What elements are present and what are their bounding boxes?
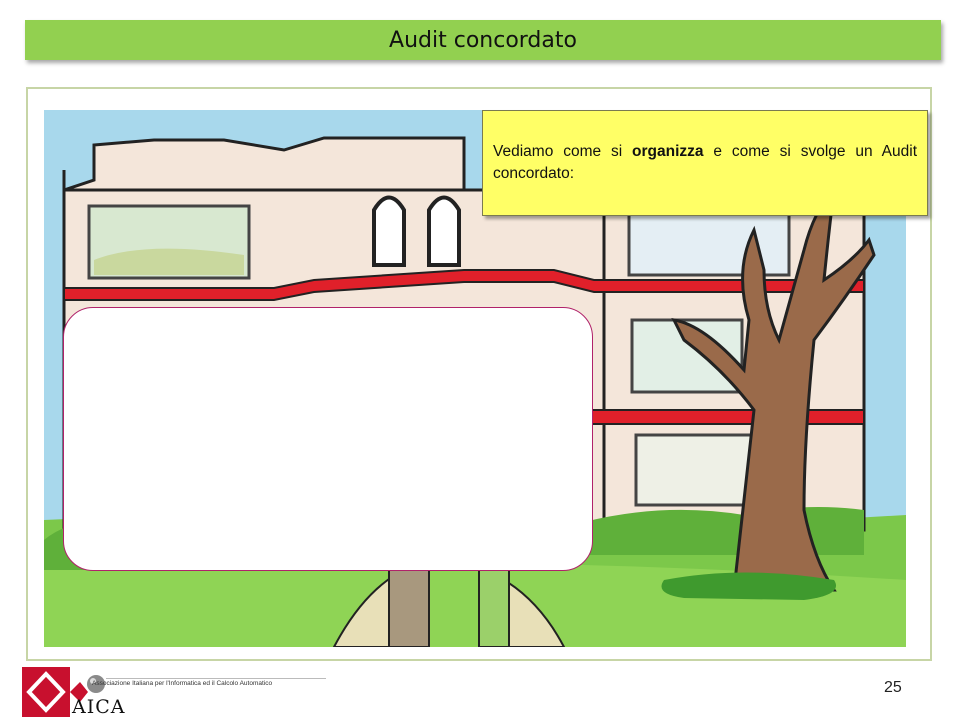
- aica-logo-icon: [22, 667, 326, 717]
- blank-rounded-box: [63, 307, 593, 571]
- callout-text: Vediamo come si organizza e come si svol…: [493, 141, 917, 185]
- slide-title-bar: Audit concordato: [25, 20, 941, 60]
- logo-subtitle: Associazione Italiana per l'Informatica …: [92, 680, 273, 687]
- info-callout: Vediamo come si organizza e come si svol…: [482, 110, 928, 216]
- callout-text-start: Vediamo come si: [493, 143, 633, 160]
- logo-wordmark: AICA: [72, 696, 126, 718]
- slide-title: Audit concordato: [389, 27, 577, 53]
- page-number: 25: [884, 679, 902, 696]
- callout-text-bold: organizza: [632, 143, 704, 160]
